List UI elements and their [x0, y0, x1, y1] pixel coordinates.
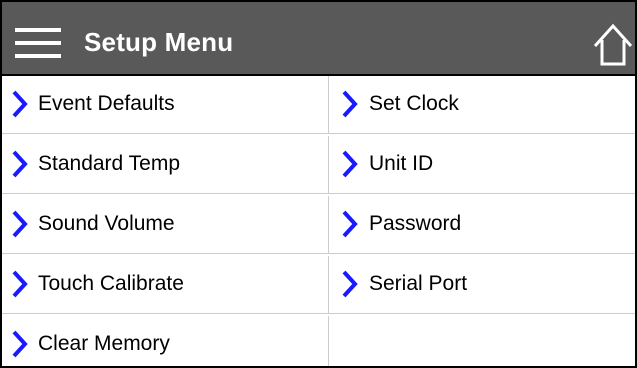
- chevron-right-icon: [342, 210, 358, 238]
- chevron-right-icon: [12, 270, 28, 298]
- menu-item-set-clock[interactable]: Set Clock: [329, 76, 635, 134]
- menu-item-unit-id[interactable]: Unit ID: [329, 136, 635, 194]
- menu-item-standard-temp[interactable]: Standard Temp: [2, 136, 329, 194]
- menu-item-serial-port[interactable]: Serial Port: [329, 256, 635, 314]
- menu-item-label: Password: [369, 212, 462, 235]
- menu-item-label: Sound Volume: [38, 212, 175, 235]
- menu-item-label: Event Defaults: [38, 92, 175, 115]
- header-bar: Setup Menu: [2, 2, 635, 76]
- hamburger-icon[interactable]: [15, 28, 61, 58]
- chevron-right-icon: [342, 270, 358, 298]
- chevron-right-icon: [12, 330, 28, 358]
- setup-screen: Setup Menu Event Defaults Standard Temp …: [0, 0, 637, 368]
- menu-item-label: Set Clock: [369, 92, 459, 115]
- menu-item-event-defaults[interactable]: Event Defaults: [2, 76, 329, 134]
- chevron-right-icon: [12, 90, 28, 118]
- menu-item-label: Clear Memory: [38, 332, 170, 355]
- chevron-right-icon: [12, 150, 28, 178]
- chevron-right-icon: [342, 150, 358, 178]
- menu-item-label: Standard Temp: [38, 152, 181, 175]
- menu-item-touch-calibrate[interactable]: Touch Calibrate: [2, 256, 329, 314]
- menu-item-sound-volume[interactable]: Sound Volume: [2, 196, 329, 254]
- menu-item-label: Unit ID: [369, 152, 434, 175]
- chevron-right-icon: [342, 90, 358, 118]
- chevron-right-icon: [12, 210, 28, 238]
- menu-item-label: Serial Port: [369, 272, 468, 295]
- menu-grid: Event Defaults Standard Temp Sound Volum…: [2, 76, 635, 366]
- menu-item-password[interactable]: Password: [329, 196, 635, 254]
- menu-item-label: Touch Calibrate: [38, 272, 184, 295]
- page-title: Setup Menu: [84, 27, 234, 57]
- home-icon[interactable]: [591, 22, 635, 66]
- empty-cell: [329, 316, 635, 366]
- menu-item-clear-memory[interactable]: Clear Memory: [2, 316, 329, 366]
